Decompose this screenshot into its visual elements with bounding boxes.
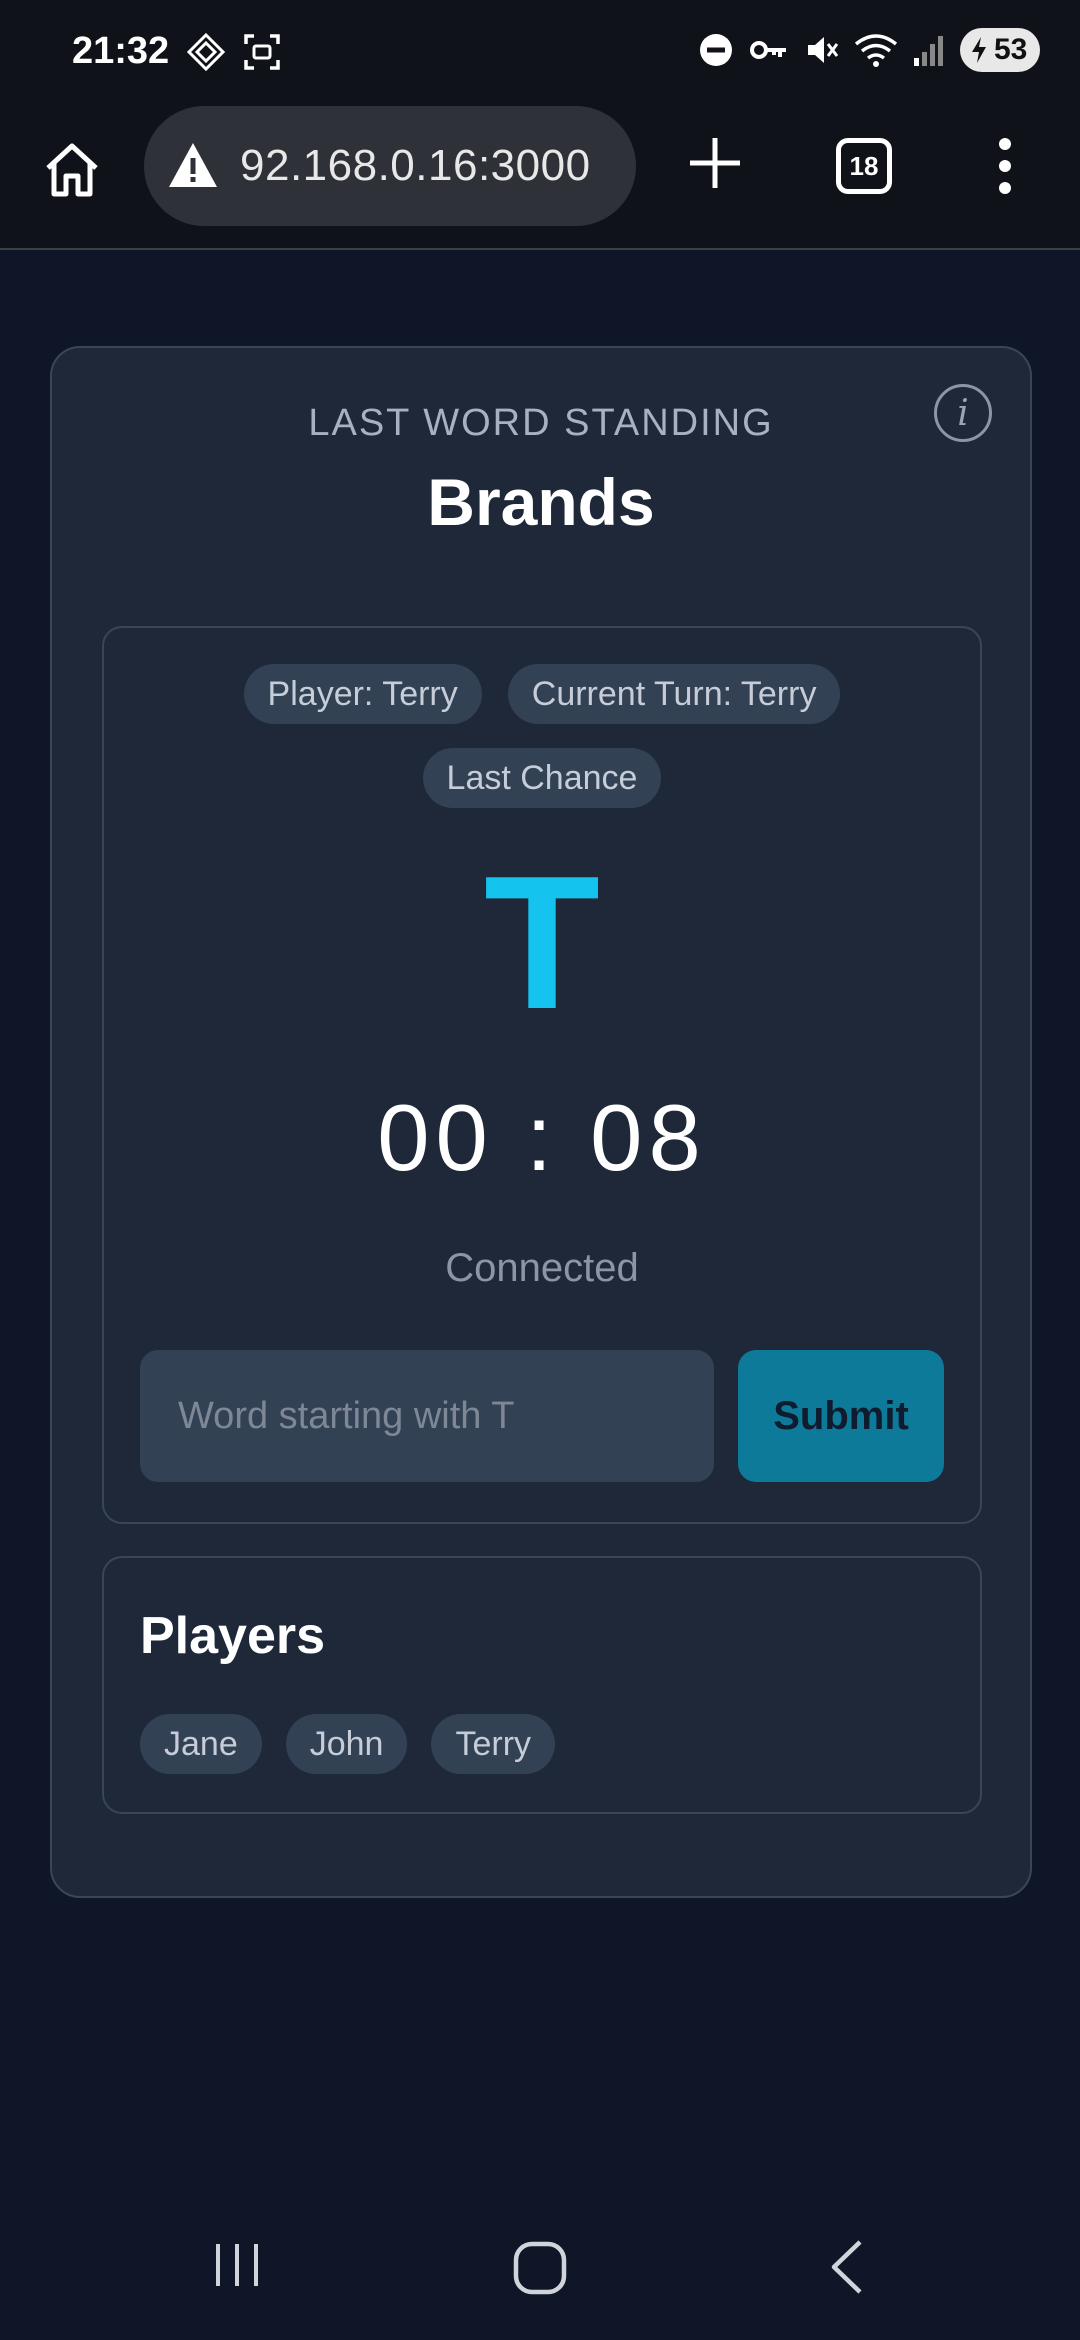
vpn-key-icon [750, 41, 786, 59]
new-tab-button[interactable] [684, 132, 746, 194]
last-chance-badge: Last Chance [422, 748, 662, 808]
category-title: Brands [427, 465, 655, 539]
players-list: Jane John Terry [140, 1714, 556, 1774]
recents-button[interactable] [212, 2240, 262, 2290]
dnd-icon [700, 34, 732, 66]
home-button[interactable] [40, 138, 104, 202]
warning-icon[interactable] [166, 139, 220, 193]
battery-icon: 53 [960, 28, 1040, 72]
game-title: LAST WORD STANDING [308, 402, 774, 444]
status-badges-row2: Last Chance [104, 748, 980, 808]
player-chip: John [285, 1714, 408, 1774]
players-panel: Players Jane John Terry [102, 1556, 982, 1814]
tab-count: 18 [849, 150, 879, 181]
back-button[interactable] [826, 2238, 866, 2296]
player-chip: Terry [431, 1714, 556, 1774]
screen: 21:32 53 92.168.0.16:3000 18 i LAST WORD… [0, 0, 1080, 2340]
battery-level: 53 [994, 33, 1028, 66]
current-turn-badge: Current Turn: Terry [507, 664, 841, 724]
system-nav-bar [0, 2200, 1080, 2340]
countdown-timer: 00 : 08 [377, 1085, 707, 1190]
player-badge: Player: Terry [243, 664, 482, 724]
player-chip: Jane [140, 1714, 262, 1774]
signal-icon [914, 36, 943, 66]
status-time: 21:32 [72, 30, 170, 72]
url-text: 92.168.0.16:3000 [240, 141, 591, 190]
mute-icon [808, 37, 839, 63]
nav-home-button[interactable] [512, 2240, 568, 2296]
game-card: i LAST WORD STANDING Brands Player: Terr… [50, 346, 1032, 1898]
word-input[interactable] [140, 1350, 714, 1482]
current-letter: T [483, 837, 601, 1049]
address-bar[interactable]: 92.168.0.16:3000 [144, 106, 636, 226]
status-left-icons [186, 32, 282, 72]
status-badges: Player: Terry Current Turn: Terry [104, 664, 980, 724]
players-title: Players [140, 1607, 326, 1665]
tab-switcher-button[interactable]: 18 [836, 138, 892, 194]
status-right-icons: 53 [698, 28, 1040, 72]
status-bar: 21:32 53 [0, 0, 1080, 104]
charging-bolt-icon [972, 37, 986, 63]
screenshot-icon [244, 34, 280, 70]
diamond-icon [186, 32, 226, 72]
connection-status: Connected [445, 1246, 639, 1290]
wifi-icon [854, 34, 898, 67]
game-panel: Player: Terry Current Turn: Terry Last C… [102, 626, 982, 1524]
browser-toolbar: 92.168.0.16:3000 18 [0, 104, 1080, 250]
submit-button[interactable]: Submit [738, 1350, 944, 1482]
more-menu-button[interactable] [990, 136, 1020, 196]
